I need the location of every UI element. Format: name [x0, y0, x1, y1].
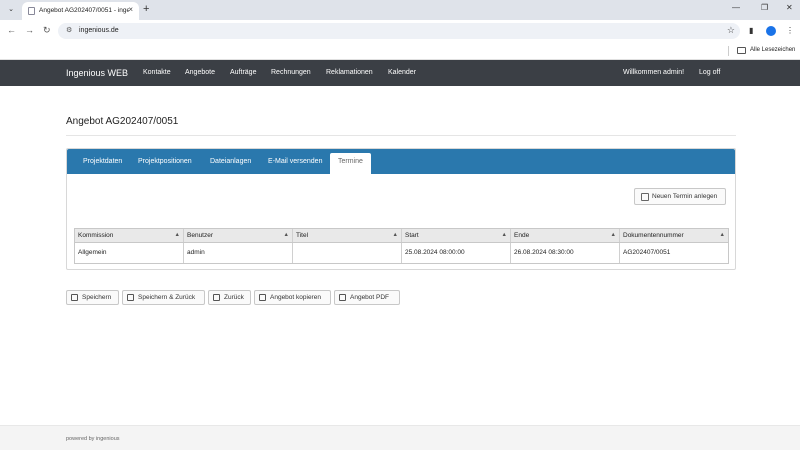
close-icon[interactable]: ×	[128, 5, 133, 14]
new-tab-icon[interactable]: +	[143, 3, 149, 15]
browser-tab[interactable]: Angebot AG202407/0051 - ingenious ×	[22, 2, 139, 20]
column-header-label: Benutzer	[187, 232, 214, 239]
save-label: Speichern	[82, 294, 112, 301]
all-bookmarks-link[interactable]: Alle Lesezeichen	[750, 47, 795, 53]
tab-dropdown-icon[interactable]: ⌄	[5, 4, 17, 16]
column-header-label: Titel	[296, 232, 309, 239]
folder-icon[interactable]	[737, 47, 746, 54]
column-header-dokumentennummer[interactable]: Dokumentennummer ▲	[620, 229, 728, 242]
url-text[interactable]: ingenious.de	[79, 27, 119, 34]
column-header-label: Kommission	[78, 232, 114, 239]
table-header: Kommission ▲ Benutzer ▲ Titel ▲ Start ▲ …	[75, 229, 728, 243]
tab-projektpositionen[interactable]: Projektpositionen	[138, 158, 192, 165]
nav-auftraege[interactable]: Aufträge	[230, 69, 256, 76]
column-header-label: Start	[405, 232, 419, 239]
profile-icon[interactable]	[766, 26, 776, 36]
cell-dokumentennummer: AG202407/0051	[623, 249, 671, 256]
offer-pdf-label: Angebot PDF	[350, 294, 390, 301]
forward-icon[interactable]: →	[25, 25, 34, 35]
save-back-icon	[127, 294, 134, 301]
nav-logoff[interactable]: Log off	[699, 69, 720, 76]
nav-welcome[interactable]: Willkommen admin!	[623, 69, 684, 76]
sort-icon[interactable]: ▲	[611, 232, 616, 238]
cell-benutzer: admin	[184, 243, 293, 263]
tab-email-versenden[interactable]: E-Mail versenden	[268, 158, 322, 165]
column-header-start[interactable]: Start ▲	[402, 229, 511, 242]
back-icon[interactable]: ←	[7, 25, 16, 35]
column-header-titel[interactable]: Titel ▲	[293, 229, 402, 242]
save-button[interactable]: Speichern	[66, 290, 119, 305]
address-bar[interactable]: ⚙ ingenious.de ☆	[58, 23, 740, 39]
footer-text: powered by ingenious	[66, 436, 120, 442]
browser-tabbar: ⌄ Angebot AG202407/0051 - ingenious × + …	[0, 0, 800, 20]
copy-offer-button[interactable]: Angebot kopieren	[254, 290, 331, 305]
new-appointment-label: Neuen Termin anlegen	[652, 193, 718, 200]
panel-tabs: Projektdaten Projektpositionen Dateianla…	[67, 149, 735, 174]
nav-kalender[interactable]: Kalender	[388, 69, 416, 76]
calendar-icon	[641, 193, 649, 201]
sort-icon[interactable]: ▲	[175, 232, 180, 238]
appointments-table: Kommission ▲ Benutzer ▲ Titel ▲ Start ▲ …	[74, 228, 729, 264]
minimize-icon[interactable]: —	[732, 3, 740, 12]
tab-termine[interactable]: Termine	[330, 153, 371, 174]
tab-projektdaten[interactable]: Projektdaten	[83, 158, 122, 165]
new-appointment-button[interactable]: Neuen Termin anlegen	[634, 188, 726, 205]
window-close-icon[interactable]: ✕	[786, 3, 793, 12]
back-arrow-icon	[213, 294, 220, 301]
save-and-back-button[interactable]: Speichern & Zurück	[122, 290, 205, 305]
app-navbar: Ingenious WEB Kontakte Angebote Aufträge…	[0, 60, 800, 86]
page-footer: powered by ingenious	[0, 425, 800, 450]
bookmarks-bar: Alle Lesezeichen	[0, 42, 800, 60]
offer-pdf-button[interactable]: Angebot PDF	[334, 290, 400, 305]
site-info-icon[interactable]: ⚙	[66, 26, 72, 34]
save-icon	[71, 294, 78, 301]
bookmarks-separator	[728, 46, 729, 56]
favicon-icon	[28, 7, 35, 15]
print-icon	[339, 294, 346, 301]
star-icon[interactable]: ☆	[727, 25, 735, 36]
copy-icon	[259, 294, 266, 301]
cell-titel	[293, 243, 402, 263]
back-label: Zurück	[224, 294, 244, 301]
nav-angebote[interactable]: Angebote	[185, 69, 215, 76]
cell-start: 25.08.2024 08:00:00	[402, 243, 511, 263]
sort-icon[interactable]: ▲	[393, 232, 398, 238]
offer-panel: Projektdaten Projektpositionen Dateianla…	[66, 148, 736, 270]
sort-icon[interactable]: ▲	[720, 232, 725, 238]
column-header-kommission[interactable]: Kommission ▲	[75, 229, 184, 242]
column-header-ende[interactable]: Ende ▲	[511, 229, 620, 242]
sort-icon[interactable]: ▲	[284, 232, 289, 238]
sort-icon[interactable]: ▲	[502, 232, 507, 238]
nav-rechnungen[interactable]: Rechnungen	[271, 69, 311, 76]
table-row[interactable]: Allgemein admin 25.08.2024 08:00:00 26.0…	[75, 243, 728, 263]
save-and-back-label: Speichern & Zurück	[138, 294, 196, 301]
cell-kommission: Allgemein	[75, 243, 184, 263]
title-divider	[66, 135, 736, 136]
brand-link[interactable]: Ingenious WEB	[66, 68, 128, 78]
nav-reklamationen[interactable]: Reklamationen	[326, 69, 373, 76]
nav-kontakte[interactable]: Kontakte	[143, 69, 171, 76]
sidebar-icon[interactable]: ▮	[749, 26, 753, 35]
back-button[interactable]: Zurück	[208, 290, 251, 305]
copy-offer-label: Angebot kopieren	[270, 294, 321, 301]
menu-icon[interactable]: ⋮	[786, 26, 794, 35]
column-header-label: Dokumentennummer	[623, 232, 684, 239]
page-title: Angebot AG202407/0051	[66, 116, 179, 127]
browser-toolbar: ← → ↻ ⚙ ingenious.de ☆ ▮ ⋮	[0, 20, 800, 42]
tab-dateianlagen[interactable]: Dateianlagen	[210, 158, 251, 165]
tab-title: Angebot AG202407/0051 - ingenious	[39, 7, 129, 14]
cell-ende: 26.08.2024 08:30:00	[511, 243, 620, 263]
reload-icon[interactable]: ↻	[43, 25, 51, 36]
column-header-benutzer[interactable]: Benutzer ▲	[184, 229, 293, 242]
maximize-icon[interactable]: ❐	[761, 3, 768, 12]
column-header-label: Ende	[514, 232, 530, 239]
